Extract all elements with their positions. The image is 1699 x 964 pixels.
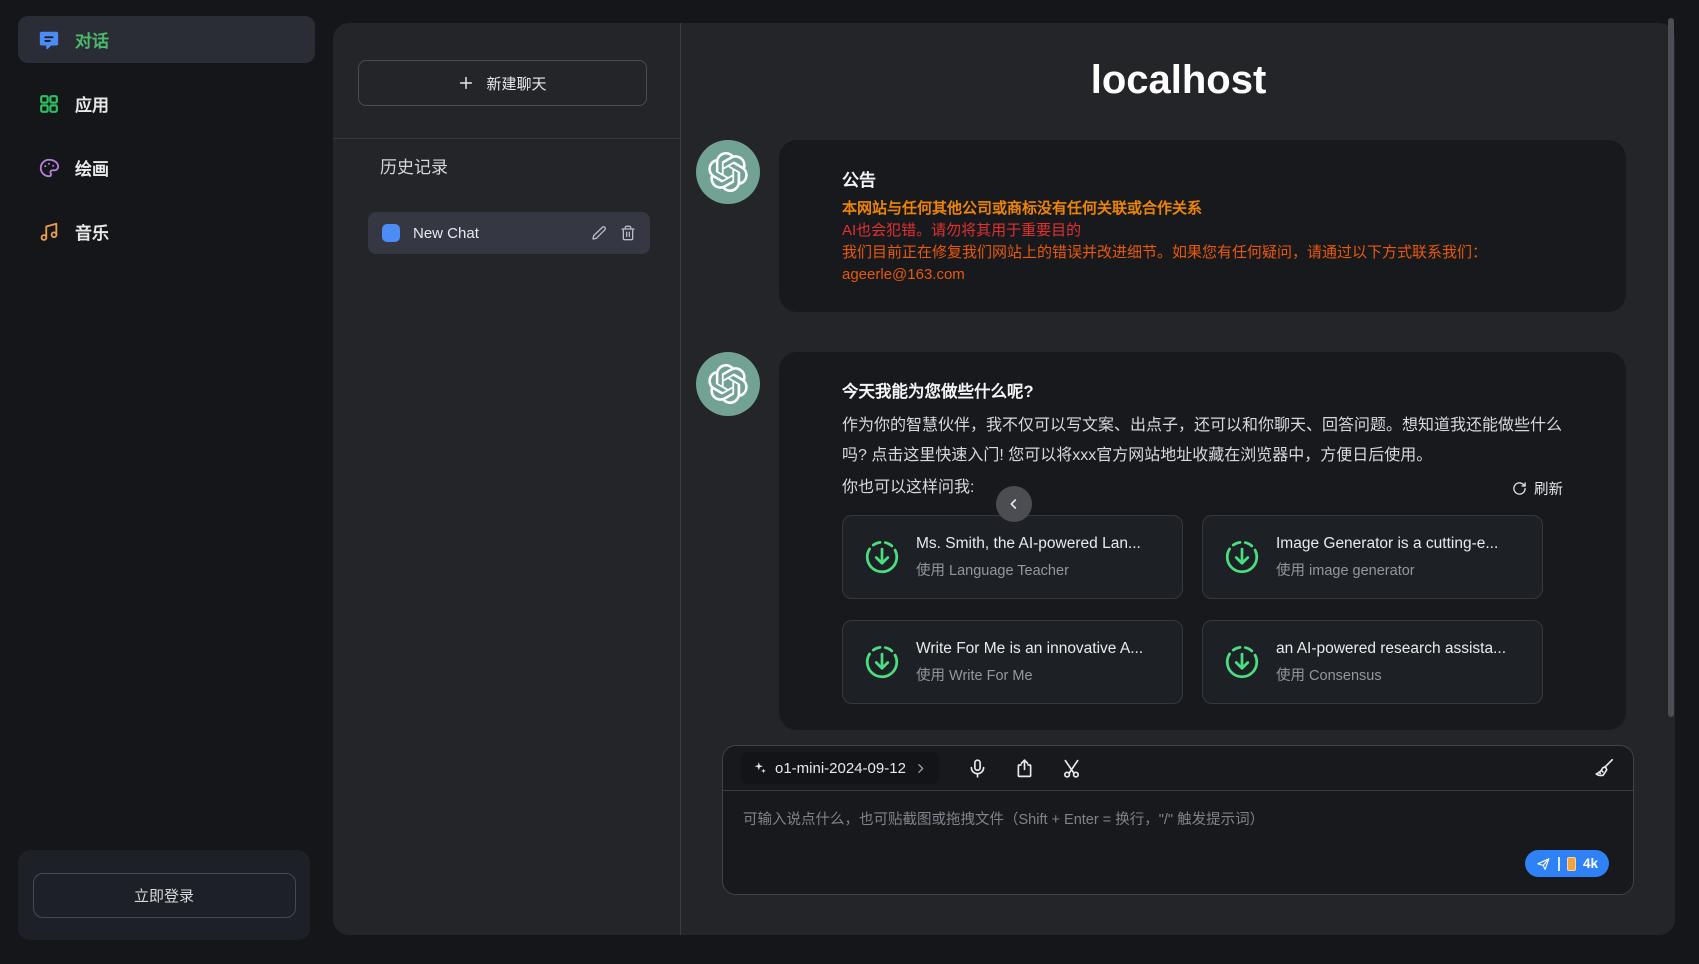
contact-email[interactable]: ageerle@163.com: [842, 264, 1563, 286]
grid-icon: [38, 93, 60, 115]
sidebar-item-apps[interactable]: 应用: [18, 80, 315, 127]
suggestion-subtitle: 使用 image generator: [1276, 559, 1498, 580]
avatar: [696, 352, 760, 416]
sidebar-item-label: 应用: [75, 91, 109, 116]
edit-icon[interactable]: [591, 225, 607, 241]
suggestion-subtitle: 使用 Write For Me: [916, 664, 1143, 685]
sidebar-item-label: 音乐: [75, 219, 109, 244]
divider: [1558, 857, 1560, 871]
suggestion-subtitle: 使用 Language Teacher: [916, 559, 1141, 580]
suggestion-subtitle: 使用 Consensus: [1276, 664, 1506, 685]
suggestion-title: Write For Me is an innovative A...: [916, 640, 1143, 658]
composer-toolbar: o1-mini-2024-09-12: [723, 746, 1633, 791]
scrollbar[interactable]: [1668, 18, 1674, 717]
welcome-body: 作为你的智慧伙伴，我不仅可以写文案、出点子，还可以和你聊天、回答问题。想知道我还…: [842, 411, 1563, 471]
announcement-line: AI也会犯错。请勿将其用于重要目的: [842, 220, 1563, 242]
suggestion-card[interactable]: Image Generator is a cutting-e... 使用 ima…: [1202, 515, 1543, 599]
plus-icon: [458, 75, 474, 91]
send-icon: [1536, 856, 1551, 871]
suggestion-card[interactable]: an AI-powered research assista... 使用 Con…: [1202, 620, 1543, 704]
suggestion-card[interactable]: Write For Me is an innovative A... 使用 Wr…: [842, 620, 1183, 704]
welcome-heading: 今天我能为您做些什么呢?: [842, 378, 1563, 402]
refresh-button[interactable]: 刷新: [1512, 478, 1563, 499]
announcement-line: 本网站与任何其他公司或商标没有任何关联或合作关系: [842, 198, 1563, 220]
chevron-left-icon: [1006, 496, 1022, 512]
chat-color-swatch: [382, 224, 400, 242]
collapse-sidebar-button[interactable]: [996, 486, 1032, 522]
sidebar: 对话 应用 绘画: [0, 0, 333, 964]
chat-bubble-icon: [38, 29, 60, 51]
history-column: 新建聊天 历史记录 New Chat: [333, 23, 681, 935]
clear-broom-icon[interactable]: [1593, 757, 1615, 779]
suggestion-card[interactable]: Ms. Smith, the AI-powered Lan... 使用 Lang…: [842, 515, 1183, 599]
message-announcement: 公告 本网站与任何其他公司或商标没有任何关联或合作关系 AI也会犯错。请勿将其用…: [682, 140, 1675, 312]
suggestion-title: an AI-powered research assista...: [1276, 640, 1506, 658]
sidebar-item-music[interactable]: 音乐: [18, 208, 315, 255]
main-panel: 新建聊天 历史记录 New Chat: [333, 23, 1675, 935]
suggestion-title: Image Generator is a cutting-e...: [1276, 535, 1498, 553]
chat-column: localhost 公告 本网站与任何其他公司或商标没有任何关联或合作关系 AI…: [682, 23, 1675, 935]
announcement-heading: 公告: [842, 166, 1563, 191]
refresh-icon: [1512, 481, 1527, 496]
divider: [333, 138, 680, 139]
import-icon: [1223, 643, 1261, 681]
sparkle-icon: [753, 761, 767, 775]
message-input[interactable]: [723, 791, 1633, 861]
page-title: localhost: [682, 56, 1675, 104]
token-count: 4k: [1583, 856, 1598, 871]
token-badge[interactable]: 4k: [1525, 850, 1609, 877]
openai-logo-icon: [708, 152, 748, 192]
announcement-bubble: 公告 本网站与任何其他公司或商标没有任何关联或合作关系 AI也会犯错。请勿将其用…: [779, 140, 1626, 312]
refresh-label: 刷新: [1534, 478, 1563, 499]
message-welcome: 今天我能为您做些什么呢? 作为你的智慧伙伴，我不仅可以写文案、出点子，还可以和你…: [682, 352, 1675, 730]
new-chat-button[interactable]: 新建聊天: [358, 60, 647, 106]
announcement-line: 我们目前正在修复我们网站上的错误并改进细节。如果您有任何疑问，请通过以下方式联系…: [842, 242, 1563, 264]
openai-logo-icon: [708, 364, 748, 404]
import-icon: [863, 643, 901, 681]
sidebar-item-drawing[interactable]: 绘画: [18, 144, 315, 191]
suggestion-title: Ms. Smith, the AI-powered Lan...: [916, 535, 1141, 553]
history-item-title: New Chat: [413, 225, 578, 242]
upload-icon[interactable]: [1014, 758, 1035, 779]
sidebar-item-label: 对话: [75, 27, 109, 52]
model-selector[interactable]: o1-mini-2024-09-12: [741, 752, 939, 784]
microphone-icon[interactable]: [967, 758, 988, 779]
scissors-icon[interactable]: [1061, 758, 1082, 779]
chevron-right-icon: [914, 762, 927, 775]
sidebar-item-chat[interactable]: 对话: [18, 16, 315, 63]
history-item[interactable]: New Chat: [368, 212, 650, 254]
history-section-title: 历史记录: [380, 153, 448, 178]
music-note-icon: [38, 221, 60, 243]
new-chat-label: 新建聊天: [486, 73, 546, 94]
composer: o1-mini-2024-09-12: [722, 745, 1634, 895]
ask-hint: 你也可以这样问我:: [842, 473, 974, 503]
welcome-bubble: 今天我能为您做些什么呢? 作为你的智慧伙伴，我不仅可以写文案、出点子，还可以和你…: [779, 352, 1626, 730]
delete-icon[interactable]: [620, 225, 636, 241]
login-button[interactable]: 立即登录: [33, 873, 296, 918]
avatar: [696, 140, 760, 204]
ticket-icon: [1567, 857, 1576, 871]
import-icon: [863, 538, 901, 576]
sidebar-item-label: 绘画: [75, 155, 109, 180]
model-name: o1-mini-2024-09-12: [775, 760, 906, 777]
suggestion-cards: Ms. Smith, the AI-powered Lan... 使用 Lang…: [842, 515, 1563, 704]
palette-icon: [38, 157, 60, 179]
login-panel: 立即登录: [18, 850, 310, 940]
import-icon: [1223, 538, 1261, 576]
